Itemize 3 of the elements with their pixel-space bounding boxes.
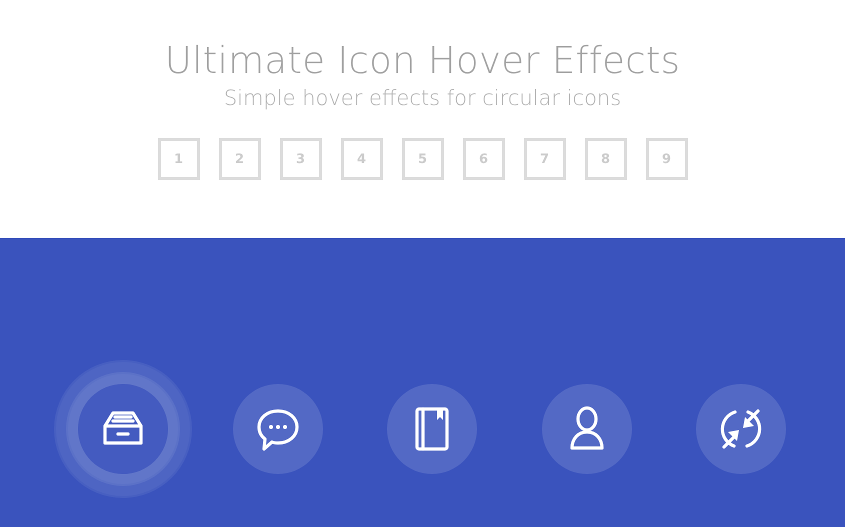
icon-circle[interactable] xyxy=(78,384,168,474)
page-title: Ultimate Icon Hover Effects xyxy=(164,38,680,84)
page-subtitle: Simple hover effects for circular icons xyxy=(224,85,622,112)
